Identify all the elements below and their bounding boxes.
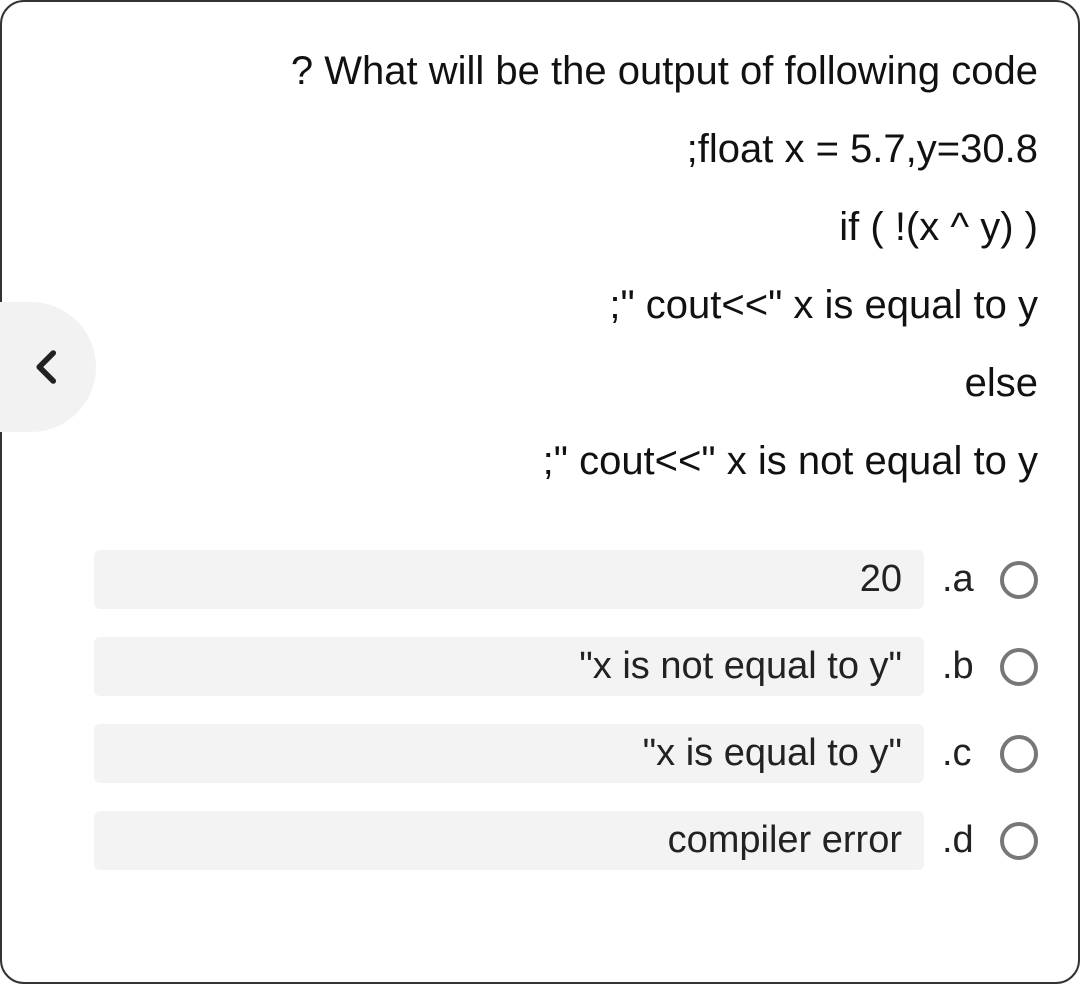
- radio-button[interactable]: [1000, 735, 1038, 773]
- options-list: 20 .a "x is not equal to y" .b "x is equ…: [62, 550, 1038, 870]
- option-text: compiler error: [94, 811, 924, 870]
- option-text: "x is equal to y": [94, 724, 924, 783]
- question-line: ;float x = 5.7,y=30.8: [142, 110, 1038, 188]
- question-line: else: [142, 344, 1038, 422]
- option-text: "x is not equal to y": [94, 637, 924, 696]
- option-label: .a: [942, 558, 982, 601]
- radio-button[interactable]: [1000, 561, 1038, 599]
- radio-button[interactable]: [1000, 648, 1038, 686]
- option-label: .b: [942, 645, 982, 688]
- chevron-left-icon: [27, 346, 69, 388]
- option-label: .d: [942, 819, 982, 862]
- option-a[interactable]: 20 .a: [62, 550, 1038, 609]
- question-card: ? What will be the output of following c…: [0, 0, 1080, 984]
- option-text: 20: [94, 550, 924, 609]
- question-line: ? What will be the output of following c…: [142, 32, 1038, 110]
- radio-button[interactable]: [1000, 822, 1038, 860]
- option-d[interactable]: compiler error .d: [62, 811, 1038, 870]
- question-line: if ( !(x ^ y) ): [142, 188, 1038, 266]
- question-line: ;" cout<<" x is not equal to y: [142, 422, 1038, 500]
- option-label: .c: [942, 732, 982, 775]
- question-text: ? What will be the output of following c…: [62, 32, 1038, 500]
- option-b[interactable]: "x is not equal to y" .b: [62, 637, 1038, 696]
- option-c[interactable]: "x is equal to y" .c: [62, 724, 1038, 783]
- question-line: ;" cout<<" x is equal to y: [142, 266, 1038, 344]
